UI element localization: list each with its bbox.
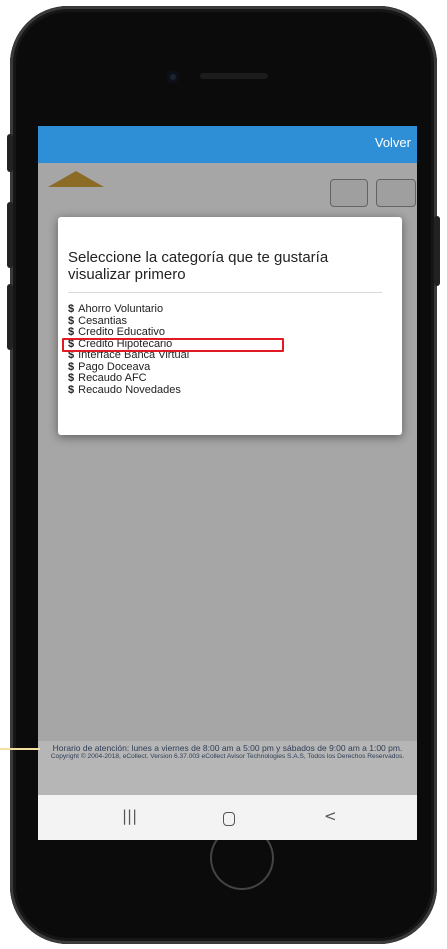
dollar-icon: $: [68, 372, 75, 384]
back-link[interactable]: Volver: [375, 135, 411, 150]
recent-apps-icon[interactable]: |||: [122, 807, 137, 825]
app-header: Volver: [38, 126, 417, 163]
home-circle-icon[interactable]: [223, 812, 235, 826]
selection-highlight-box: [62, 338, 284, 352]
dollar-icon: $: [68, 314, 75, 327]
dollar-icon: $: [68, 383, 75, 396]
mute-switch: [7, 134, 13, 172]
app-screen: Volver Seleccione la categoría que te gu…: [38, 126, 417, 840]
category-label: Ahorro Voluntario: [78, 303, 164, 315]
background-accent-line: [0, 748, 40, 750]
volume-up-button: [7, 202, 13, 268]
speaker-grille: [200, 73, 268, 79]
dollar-icon: $: [68, 326, 75, 338]
power-button: [434, 216, 440, 286]
copyright-text: Copyright © 2004-2018, eCollect. Version…: [50, 753, 405, 760]
dialog-title: Seleccione la categoría que te gustaría …: [68, 249, 329, 283]
volume-down-button: [7, 284, 13, 350]
dollar-icon: $: [68, 303, 75, 315]
category-label: Cesantias: [78, 314, 128, 327]
office-hours-text: Horario de atención: lunes a viernes de …: [52, 743, 403, 753]
page-footer: Horario de atención: lunes a viernes de …: [38, 741, 417, 795]
android-nav-bar: ||| <: [38, 795, 417, 840]
dialog-divider: [68, 292, 382, 293]
category-item-recaudo-novedades[interactable]: $ Recaudo Novedades: [68, 383, 189, 397]
modal-backdrop[interactable]: Seleccione la categoría que te gustaría …: [38, 163, 417, 741]
category-label: Credito Educativo: [78, 326, 165, 338]
category-dialog: Seleccione la categoría que te gustaría …: [58, 217, 402, 435]
category-label: Recaudo Novedades: [78, 383, 181, 396]
front-camera-icon: [167, 71, 179, 83]
dollar-icon: $: [68, 360, 75, 373]
category-label: Recaudo AFC: [78, 372, 147, 384]
category-label: Pago Doceava: [78, 360, 151, 373]
back-chevron-icon[interactable]: <: [324, 807, 337, 825]
